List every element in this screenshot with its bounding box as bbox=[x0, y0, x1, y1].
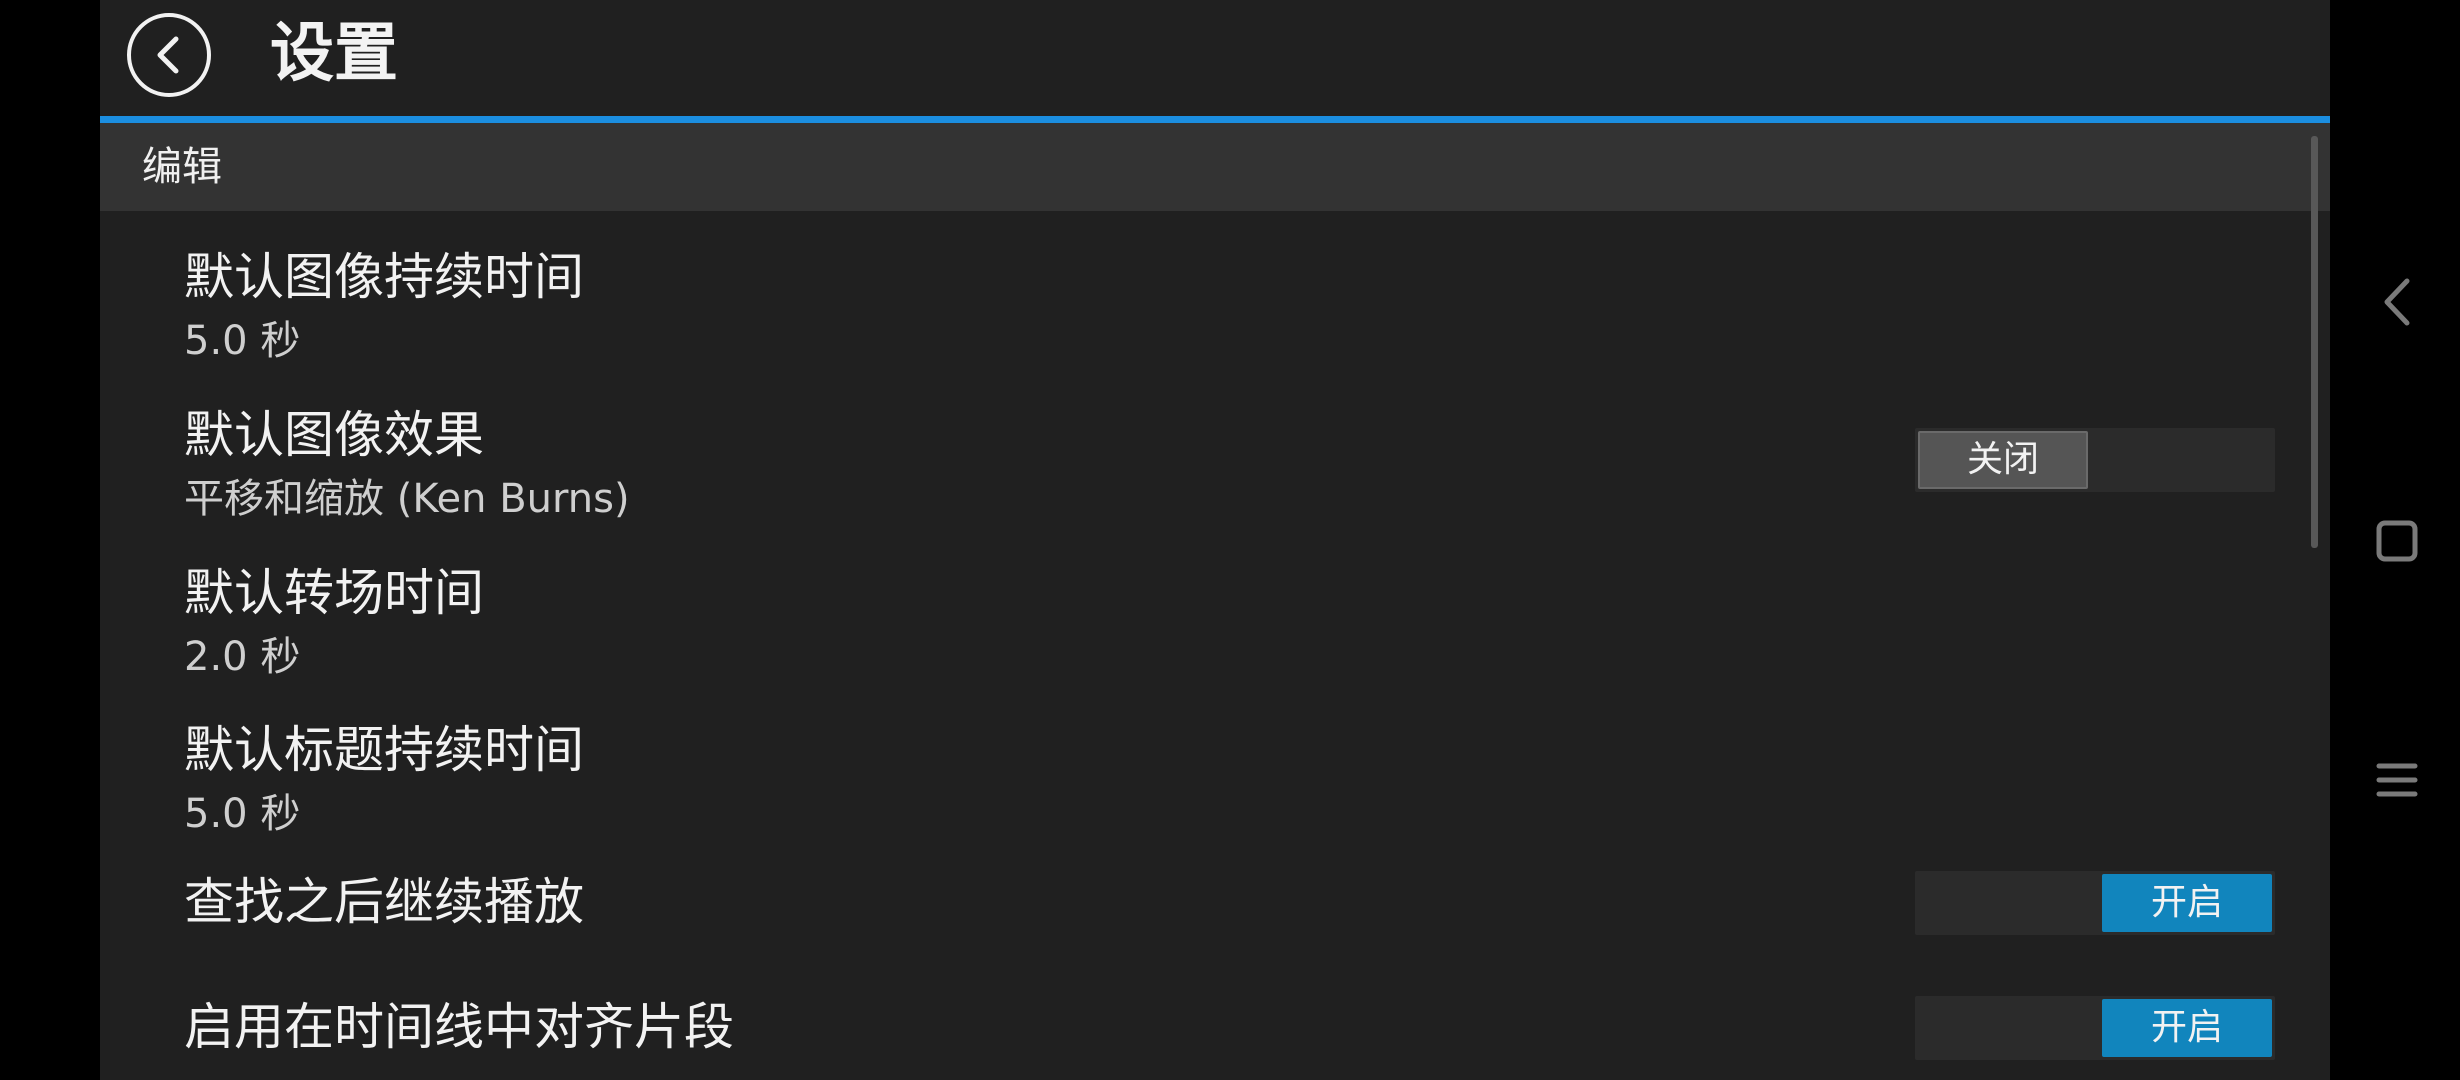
setting-title: 默认图像效果 bbox=[184, 406, 484, 464]
setting-value: 平移和缩放 (Ken Burns) bbox=[184, 476, 630, 522]
setting-default-transition-duration[interactable]: 默认转场时间 2.0 秒 bbox=[100, 548, 2330, 688]
header-accent-line bbox=[100, 116, 2330, 123]
setting-default-image-duration[interactable]: 默认图像持续时间 5.0 秒 bbox=[100, 232, 2330, 372]
screen: 设置 编辑 默认图像持续时间 5.0 秒 默认图像效果 平移和缩放 (Ken B… bbox=[0, 0, 2460, 1080]
setting-continue-playback-after-seek[interactable]: 查找之后继续播放 开启 bbox=[100, 860, 2330, 960]
system-menu-button[interactable] bbox=[2374, 758, 2420, 802]
setting-title: 默认标题持续时间 bbox=[184, 721, 584, 779]
continue-playback-toggle[interactable]: 开启 bbox=[1915, 871, 2275, 935]
image-effect-toggle[interactable]: 关闭 bbox=[1915, 428, 2275, 492]
top-bar: 设置 bbox=[100, 0, 2330, 118]
setting-snap-clips-timeline[interactable]: 启用在时间线中对齐片段 开启 bbox=[100, 985, 2330, 1080]
setting-value: 2.0 秒 bbox=[184, 634, 301, 680]
toggle-off-label: 关闭 bbox=[1918, 431, 2088, 489]
menu-icon bbox=[2376, 763, 2418, 797]
toggle-on-label: 开启 bbox=[2102, 874, 2272, 932]
setting-value: 5.0 秒 bbox=[184, 318, 301, 364]
chevron-left-icon bbox=[2384, 278, 2410, 326]
setting-title: 启用在时间线中对齐片段 bbox=[184, 998, 734, 1056]
setting-default-image-effect[interactable]: 默认图像效果 平移和缩放 (Ken Burns) 关闭 bbox=[100, 390, 2330, 530]
back-button[interactable] bbox=[127, 13, 211, 97]
system-home-button[interactable] bbox=[2374, 518, 2420, 564]
setting-title: 默认转场时间 bbox=[184, 564, 484, 622]
system-back-button[interactable] bbox=[2377, 275, 2417, 329]
setting-default-title-duration[interactable]: 默认标题持续时间 5.0 秒 bbox=[100, 705, 2330, 845]
setting-title: 查找之后继续播放 bbox=[184, 873, 584, 931]
page-title: 设置 bbox=[270, 17, 398, 91]
setting-title: 默认图像持续时间 bbox=[184, 248, 584, 306]
square-icon bbox=[2376, 520, 2418, 562]
settings-app: 设置 编辑 默认图像持续时间 5.0 秒 默认图像效果 平移和缩放 (Ken B… bbox=[100, 0, 2330, 1080]
toggle-on-label: 开启 bbox=[2102, 999, 2272, 1057]
section-title: 编辑 bbox=[142, 144, 222, 190]
setting-value: 5.0 秒 bbox=[184, 791, 301, 837]
snap-clips-toggle[interactable]: 开启 bbox=[1915, 996, 2275, 1060]
section-header-edit: 编辑 bbox=[100, 123, 2330, 211]
chevron-left-icon bbox=[157, 36, 179, 74]
